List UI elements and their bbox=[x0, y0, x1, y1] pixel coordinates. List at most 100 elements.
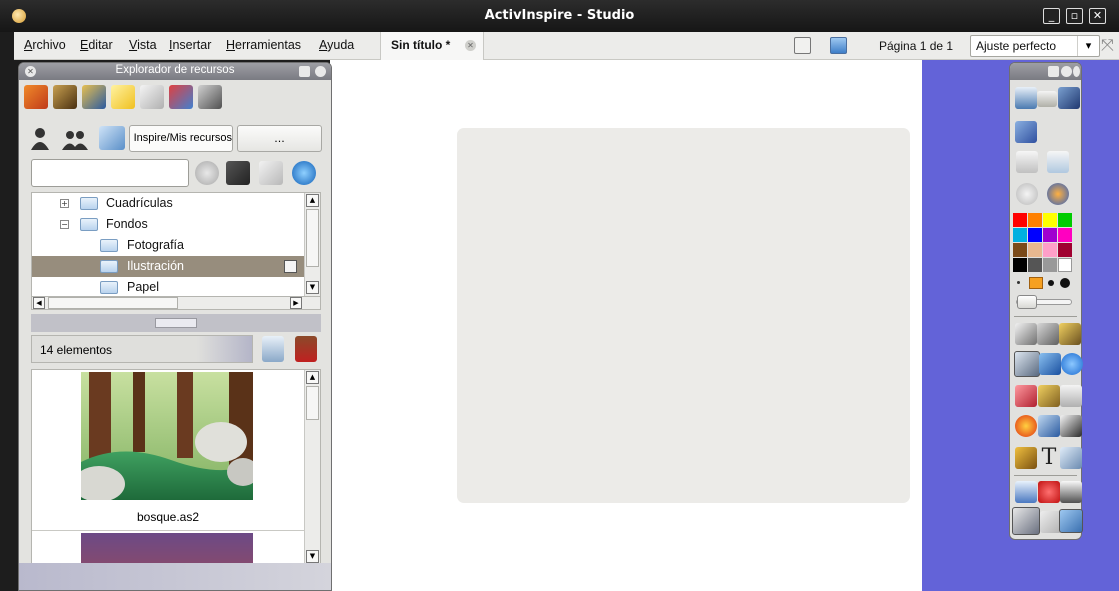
colour-swatch[interactable] bbox=[1028, 243, 1042, 257]
toolbox-minimize-icon[interactable] bbox=[1061, 66, 1072, 77]
resource-browser-header[interactable]: ✕ Explorador de recursos bbox=[19, 63, 331, 80]
highlighter-icon[interactable] bbox=[1039, 353, 1061, 375]
marker-icon[interactable] bbox=[1059, 323, 1081, 345]
scroll-up-icon[interactable]: ▲ bbox=[306, 371, 319, 384]
lab-flask-icon[interactable] bbox=[1015, 481, 1037, 503]
scroll-down-icon[interactable]: ▼ bbox=[306, 550, 319, 563]
computer-folder-icon[interactable] bbox=[99, 126, 125, 150]
my-resources-icon[interactable] bbox=[24, 85, 48, 109]
pen-size-3-icon[interactable] bbox=[1048, 280, 1054, 286]
tree-item[interactable]: + Cuadrículas bbox=[32, 193, 304, 214]
select-tool-icon[interactable] bbox=[1015, 323, 1037, 345]
main-menu-icon[interactable] bbox=[1015, 87, 1037, 109]
film-icon[interactable] bbox=[53, 85, 77, 109]
flipchart-page[interactable] bbox=[457, 128, 910, 503]
tools-menu-icon[interactable] bbox=[1037, 323, 1059, 345]
tree-item[interactable]: − Fondos bbox=[32, 214, 304, 235]
grid-view-icon[interactable] bbox=[226, 161, 250, 185]
colour-swatch[interactable] bbox=[1043, 243, 1057, 257]
minimize-icon[interactable]: _ bbox=[1043, 8, 1060, 24]
colour-swatch[interactable] bbox=[1043, 213, 1057, 227]
spinning-top-icon[interactable] bbox=[169, 85, 193, 109]
menu-vista[interactable]: Vista bbox=[129, 38, 157, 52]
browse-more-button[interactable]: ... bbox=[237, 125, 322, 152]
play-icon[interactable] bbox=[1016, 183, 1038, 205]
flipchart-switch-icon[interactable] bbox=[1059, 509, 1083, 533]
flipchart-canvas[interactable] bbox=[330, 60, 922, 591]
folder-tree[interactable]: + Cuadrículas − Fondos Fotografía Ilustr… bbox=[31, 192, 321, 298]
clapperboard-icon[interactable] bbox=[1015, 447, 1037, 469]
previous-page-icon[interactable] bbox=[1016, 151, 1038, 173]
scroll-thumb[interactable] bbox=[306, 386, 319, 420]
search-icon[interactable] bbox=[292, 161, 316, 185]
desktop-annotate-icon[interactable] bbox=[1015, 121, 1037, 143]
tree-horizontal-scrollbar[interactable]: ◀ ▶ bbox=[31, 296, 321, 310]
scroll-thumb[interactable] bbox=[306, 209, 319, 267]
scroll-down-icon[interactable]: ▼ bbox=[306, 281, 319, 294]
close-icon[interactable]: ✕ bbox=[1089, 8, 1106, 24]
width-slider[interactable] bbox=[1016, 295, 1072, 309]
menu-editar[interactable]: Editar bbox=[80, 38, 113, 52]
collapse-icon[interactable]: − bbox=[60, 220, 69, 229]
pages-icon[interactable] bbox=[140, 85, 164, 109]
colour-swatch[interactable] bbox=[1058, 243, 1072, 257]
tab-close-icon[interactable]: ✕ bbox=[465, 40, 476, 51]
next-page-icon[interactable] bbox=[1047, 151, 1069, 173]
menu-ayuda[interactable]: Ayuda bbox=[319, 38, 354, 52]
thumbnail-scrollbar[interactable]: ▲ ▼ bbox=[304, 370, 320, 564]
fill-icon[interactable] bbox=[1038, 385, 1060, 407]
zoom-select[interactable]: Ajuste perfecto ▾ bbox=[970, 35, 1100, 57]
reset-page-icon[interactable] bbox=[1038, 481, 1060, 503]
colour-swatch[interactable] bbox=[1058, 228, 1072, 242]
toolbox-menu-icon[interactable] bbox=[1048, 66, 1059, 77]
document-view-icon[interactable] bbox=[259, 161, 283, 185]
clear-icon[interactable] bbox=[1060, 481, 1082, 503]
colour-swatch[interactable] bbox=[1043, 228, 1057, 242]
colour-swatch[interactable] bbox=[1013, 243, 1027, 257]
menu-herramientas[interactable]: Herramientas bbox=[226, 38, 301, 52]
scroll-thumb[interactable] bbox=[48, 297, 178, 309]
tools-icon[interactable] bbox=[198, 85, 222, 109]
next-thumbnail[interactable] bbox=[81, 533, 253, 564]
profiles-icon[interactable] bbox=[1058, 87, 1080, 109]
pen-size-4-icon[interactable] bbox=[1060, 278, 1070, 288]
tree-vertical-scrollbar[interactable]: ▲ ▼ bbox=[304, 193, 320, 297]
connector-icon[interactable] bbox=[1038, 415, 1060, 437]
colour-swatch[interactable] bbox=[1028, 228, 1042, 242]
expand-icon[interactable]: + bbox=[60, 199, 69, 208]
properties-icon[interactable] bbox=[262, 336, 284, 362]
item-menu-icon[interactable] bbox=[284, 260, 297, 273]
notes-icon[interactable] bbox=[111, 85, 135, 109]
user-icon[interactable] bbox=[29, 126, 51, 150]
colour-swatch[interactable] bbox=[1028, 213, 1042, 227]
tree-item[interactable]: Papel bbox=[32, 277, 304, 297]
colour-swatch[interactable] bbox=[1058, 213, 1072, 227]
scroll-left-icon[interactable]: ◀ bbox=[33, 297, 45, 309]
help-icon[interactable] bbox=[1061, 353, 1083, 375]
document-tab[interactable]: Sin título * ✕ bbox=[380, 32, 484, 60]
colour-swatch[interactable] bbox=[1013, 228, 1027, 242]
panel-menu-icon[interactable] bbox=[299, 66, 310, 77]
toolbox-pin-icon[interactable] bbox=[1073, 66, 1080, 77]
pen-size-2-icon[interactable] bbox=[1029, 277, 1043, 289]
scroll-right-icon[interactable]: ▶ bbox=[290, 297, 302, 309]
menu-archivo[interactable]: Archivo bbox=[24, 38, 66, 52]
colour-swatch[interactable] bbox=[1043, 258, 1057, 272]
forest-thumbnail[interactable] bbox=[81, 372, 253, 500]
resource-path-field[interactable]: Inspire/Mis recursos bbox=[129, 125, 233, 152]
tree-item-selected[interactable]: Ilustración bbox=[32, 256, 304, 277]
chevron-down-icon[interactable]: ▾ bbox=[1077, 36, 1099, 56]
shapes-icon[interactable] bbox=[82, 85, 106, 109]
clipboard-icon[interactable] bbox=[1060, 385, 1082, 407]
stamp-icon[interactable] bbox=[295, 336, 317, 362]
browser-toggle-icon[interactable] bbox=[1037, 91, 1057, 107]
magnifier-icon[interactable] bbox=[1060, 415, 1082, 437]
slider-handle[interactable] bbox=[1017, 295, 1037, 309]
panel-pin-icon[interactable] bbox=[315, 66, 326, 77]
flipchart-icon[interactable] bbox=[830, 37, 847, 54]
play-search-icon[interactable] bbox=[195, 161, 219, 185]
shape-tool-icon[interactable] bbox=[1015, 415, 1037, 437]
menu-insertar[interactable]: Insertar bbox=[169, 38, 211, 52]
colour-swatch[interactable] bbox=[1058, 258, 1072, 272]
text-tool-icon[interactable]: T bbox=[1038, 447, 1060, 469]
